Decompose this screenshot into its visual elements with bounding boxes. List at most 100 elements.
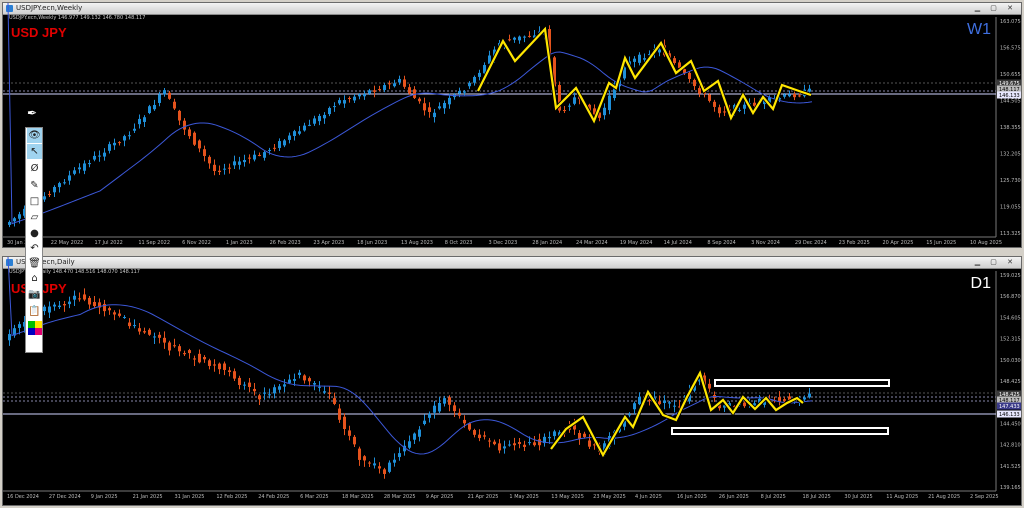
daily-chart-window[interactable]: USDJPY.ecn,Daily ▁ ▢ ✕ USDJPY.ecn,Daily … [2, 256, 1022, 506]
zone-rectangle [714, 379, 890, 387]
daily-price-chart[interactable]: 159.025 156.870 154.605 152.315 150.030 148.4… [3, 257, 1021, 505]
y-tick-label: 159.025 [1000, 273, 1021, 279]
candle-body [483, 435, 486, 437]
candle-body [53, 186, 56, 193]
x-tick-label: 31 Jan 2025 [174, 494, 204, 500]
candle-body [233, 371, 236, 379]
y-tick-label: 154.605 [1000, 315, 1021, 321]
candle-body [313, 383, 316, 385]
candle-body [388, 83, 391, 85]
candle-body [523, 444, 526, 447]
candle-body [463, 419, 466, 424]
x-tick-label: 20 Apr 2025 [882, 240, 913, 246]
candle-body [158, 334, 161, 338]
candle-body [338, 408, 341, 420]
candle-body [643, 58, 646, 60]
candle-body [168, 342, 171, 351]
y-tick-label: 144.450 [1000, 421, 1021, 427]
candle-body [138, 328, 141, 332]
y-tick-label: 125.730 [1000, 178, 1021, 184]
candle-body [73, 295, 76, 300]
candle-body [53, 304, 56, 307]
pen-icon[interactable]: ✒ [27, 106, 37, 120]
magnet-icon[interactable]: Ø [27, 161, 42, 176]
ruler-icon[interactable]: ▱ [27, 210, 42, 225]
x-tick-label: 14 Jul 2024 [664, 240, 692, 246]
candle-body [278, 386, 281, 390]
candle-body [228, 370, 231, 373]
candle-body [283, 384, 286, 387]
candle-body [633, 58, 636, 62]
x-tick-label: 23 Feb 2025 [839, 240, 870, 246]
candle-body [168, 92, 171, 99]
candle-body [373, 463, 376, 466]
pencil-icon[interactable]: ✎ [27, 178, 42, 193]
x-tick-label: 11 Aug 2025 [886, 494, 918, 500]
candle-body [783, 94, 786, 97]
x-tick-label: 9 Apr 2025 [426, 494, 454, 500]
weekly-price-chart[interactable]: 163.075 156.575 150.655 144.505 138.355 132.2… [3, 3, 1021, 247]
x-tick-label: 26 Jun 2025 [719, 494, 749, 500]
candle-body [88, 297, 91, 305]
candle-body [778, 397, 781, 402]
cursor-icon[interactable]: ↖ [27, 144, 42, 159]
candle-body [548, 436, 551, 439]
trash-icon[interactable]: 🗑 [27, 256, 42, 271]
candle-body [658, 49, 661, 53]
y-tick-label: 152.315 [1000, 337, 1021, 343]
candle-body [708, 94, 711, 101]
candle-body [323, 391, 326, 393]
eye-icon[interactable]: 👁 [27, 128, 42, 143]
weekly-chart-window[interactable]: USDJPY.ecn,Weekly ▁ ▢ ✕ USDJPY.ecn,Weekl… [2, 2, 1022, 248]
y-tick-label: 150.655 [1000, 72, 1021, 78]
x-tick-label: 23 May 2025 [593, 494, 626, 500]
candle-body [273, 147, 276, 149]
candle-body [418, 429, 421, 437]
candle-body [63, 182, 66, 184]
x-tick-label: 13 May 2025 [551, 494, 584, 500]
drawing-toolbar: 👁 ↖ Ø ✎ □ ▱ ● ↶ 🗑 ⌂ 📷 📋 [25, 127, 43, 353]
candle-body [393, 459, 396, 463]
candle-body [83, 163, 86, 171]
candle-body [8, 221, 11, 225]
candle-body [788, 94, 791, 97]
notes-icon[interactable]: 📋 [27, 304, 42, 319]
candle-body [473, 76, 476, 83]
hide-icon[interactable]: ⌂ [27, 271, 42, 286]
candle-body [508, 444, 511, 446]
candle-body [123, 136, 126, 141]
candle-body [358, 448, 361, 460]
x-tick-label: 8 Jul 2025 [761, 494, 786, 500]
candle-body [113, 142, 116, 146]
candle-body [303, 375, 306, 381]
x-tick-label: 9 Jan 2025 [91, 494, 118, 500]
candle-body [68, 175, 71, 181]
candle-body [403, 79, 406, 87]
candle-body [333, 398, 336, 404]
candle-body [333, 106, 336, 108]
x-tick-label: 16 Dec 2024 [7, 494, 39, 500]
candle-body [448, 97, 451, 105]
candle-body [673, 58, 676, 64]
candle-body [458, 412, 461, 416]
candle-body [448, 397, 451, 405]
candle-body [378, 89, 381, 91]
candle-body [98, 155, 101, 157]
x-tick-label: 17 Jul 2022 [95, 240, 123, 246]
y-tick-label: 138.355 [1000, 125, 1021, 131]
candle-body [358, 94, 361, 97]
candle-body [363, 456, 366, 461]
undo-icon[interactable]: ↶ [27, 241, 42, 256]
candle-body [253, 154, 256, 160]
x-tick-label: 15 Jun 2025 [926, 240, 956, 246]
palette-icon[interactable] [28, 321, 42, 335]
candle-body [278, 141, 281, 148]
dot-icon[interactable]: ● [27, 226, 42, 241]
candle-body [213, 164, 216, 171]
camera-icon[interactable]: 📷 [27, 287, 42, 302]
candle-body [528, 442, 531, 444]
candle-body [443, 398, 446, 404]
candle-body [428, 107, 431, 113]
rectangle-icon[interactable]: □ [27, 194, 42, 209]
candle-body [328, 392, 331, 394]
